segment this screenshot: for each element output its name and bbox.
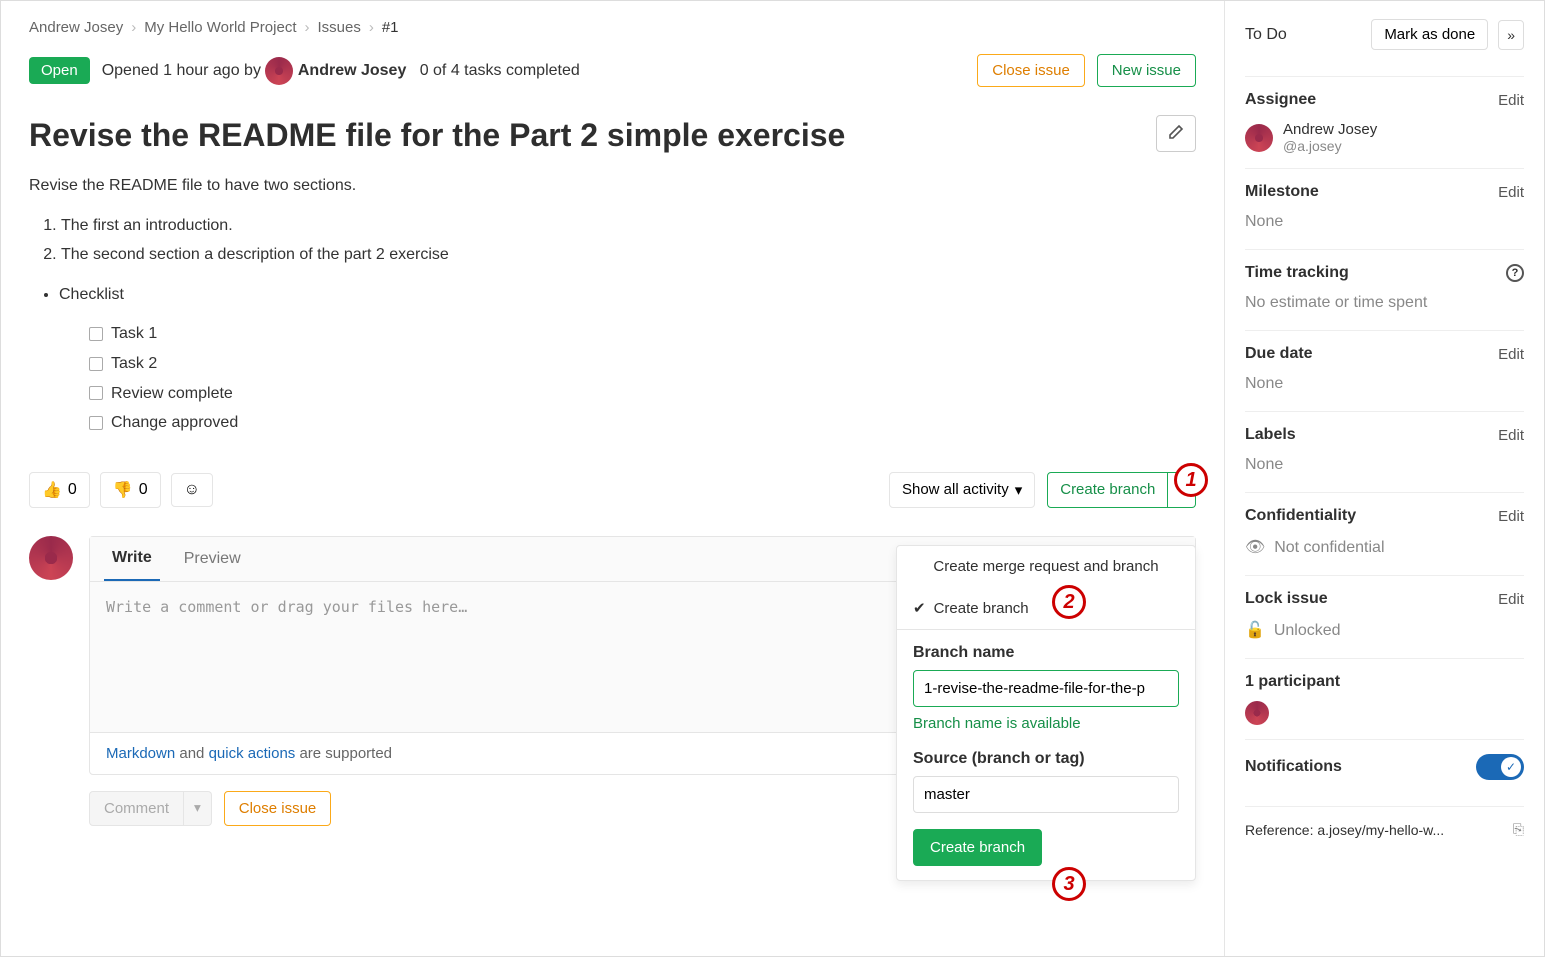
- dd-create-mr-option[interactable]: Create merge request and branch: [897, 546, 1195, 587]
- check-icon: ✔: [913, 599, 926, 617]
- list-item: The first an introduction.: [61, 213, 1196, 239]
- comment-button: Comment: [89, 791, 184, 826]
- lock-issue-label: Lock issue: [1245, 590, 1328, 608]
- labels-value: None: [1245, 456, 1524, 474]
- thumbs-up-button[interactable]: 👍 0: [29, 472, 90, 508]
- due-date-label: Due date: [1245, 345, 1313, 363]
- annotation-3: 3: [1052, 867, 1086, 901]
- chevron-down-icon: ▾: [1015, 481, 1023, 499]
- breadcrumb-owner[interactable]: Andrew Josey: [29, 19, 123, 36]
- markdown-link[interactable]: Markdown: [106, 745, 175, 762]
- current-user-avatar-icon: [29, 536, 73, 580]
- todo-label: To Do: [1245, 26, 1287, 44]
- checkbox-icon[interactable]: [89, 357, 103, 371]
- edit-title-button[interactable]: [1156, 115, 1196, 152]
- create-branch-submit-button[interactable]: Create branch: [913, 829, 1042, 866]
- branch-name-label: Branch name: [913, 644, 1179, 662]
- help-icon[interactable]: ?: [1506, 264, 1524, 282]
- checkbox-icon[interactable]: [89, 327, 103, 341]
- assignee-handle: @a.josey: [1283, 138, 1377, 154]
- create-branch-button[interactable]: Create branch: [1047, 472, 1168, 508]
- participants-label: 1 participant: [1245, 673, 1524, 691]
- checkbox-icon[interactable]: [89, 386, 103, 400]
- breadcrumb-section[interactable]: Issues: [317, 19, 360, 36]
- time-tracking-value: No estimate or time spent: [1245, 294, 1524, 312]
- labels-label: Labels: [1245, 426, 1296, 444]
- milestone-value: None: [1245, 213, 1524, 231]
- checklist-item: Task 2: [89, 351, 1196, 377]
- smiley-icon: ☺: [184, 481, 200, 499]
- notifications-label: Notifications: [1245, 758, 1342, 776]
- notifications-toggle[interactable]: [1476, 754, 1524, 780]
- breadcrumb-project[interactable]: My Hello World Project: [144, 19, 296, 36]
- lock-open-icon: 🔓: [1245, 622, 1265, 639]
- close-issue-button[interactable]: Close issue: [977, 54, 1085, 87]
- issue-title: Revise the README file for the Part 2 si…: [29, 115, 1144, 155]
- checklist-item: Change approved: [89, 410, 1196, 436]
- annotation-2: 2: [1052, 585, 1086, 619]
- lock-value: 🔓 Unlocked: [1245, 620, 1524, 640]
- breadcrumb-id: #1: [382, 19, 399, 36]
- opened-info: Opened 1 hour ago by Andrew Josey 0 of 4…: [102, 57, 580, 85]
- branch-available-text: Branch name is available: [913, 715, 1179, 732]
- branch-name-input[interactable]: [913, 670, 1179, 707]
- dd-create-branch-option[interactable]: ✔ Create branch: [897, 587, 1195, 629]
- milestone-label: Milestone: [1245, 183, 1319, 201]
- emoji-picker-button[interactable]: ☺: [171, 473, 213, 507]
- breadcrumb: Andrew Josey › My Hello World Project › …: [29, 19, 1196, 36]
- collapse-sidebar-button[interactable]: »: [1498, 20, 1524, 50]
- annotation-1: 1: [1174, 463, 1208, 497]
- author-avatar-icon: [265, 57, 293, 85]
- edit-due-date[interactable]: Edit: [1498, 346, 1524, 363]
- author-name[interactable]: Andrew Josey: [298, 62, 406, 79]
- new-issue-button[interactable]: New issue: [1097, 54, 1196, 87]
- tab-preview[interactable]: Preview: [176, 538, 249, 580]
- copy-icon[interactable]: ⎘: [1513, 821, 1524, 838]
- assignee-label: Assignee: [1245, 91, 1316, 109]
- pencil-icon: [1168, 124, 1184, 140]
- time-tracking-label: Time tracking: [1245, 264, 1349, 282]
- checkbox-icon[interactable]: [89, 416, 103, 430]
- source-input[interactable]: [913, 776, 1179, 813]
- close-issue-button-bottom[interactable]: Close issue: [224, 791, 332, 826]
- source-label: Source (branch or tag): [913, 750, 1179, 768]
- reference-text: Reference: a.josey/my-hello-w...: [1245, 822, 1444, 838]
- edit-assignee[interactable]: Edit: [1498, 92, 1524, 109]
- assignee-name: Andrew Josey: [1283, 121, 1377, 138]
- edit-lock[interactable]: Edit: [1498, 591, 1524, 608]
- mark-done-button[interactable]: Mark as done: [1371, 19, 1488, 50]
- list-item: The second section a description of the …: [61, 242, 1196, 268]
- checklist-item: Review complete: [89, 381, 1196, 407]
- thumbs-down-button[interactable]: 👎 0: [100, 472, 161, 508]
- confidentiality-label: Confidentiality: [1245, 507, 1356, 525]
- status-badge: Open: [29, 57, 90, 84]
- assignee-avatar-icon: [1245, 124, 1273, 152]
- edit-labels[interactable]: Edit: [1498, 427, 1524, 444]
- edit-confidentiality[interactable]: Edit: [1498, 508, 1524, 525]
- issue-description: Revise the README file to have two secti…: [29, 173, 1196, 436]
- confidentiality-value: 👁 Not confidential: [1245, 537, 1524, 557]
- checklist-item: Task 1: [89, 321, 1196, 347]
- create-branch-dropdown: Create merge request and branch ✔ Create…: [896, 545, 1196, 881]
- eye-icon: 👁: [1245, 539, 1265, 556]
- quick-actions-link[interactable]: quick actions: [209, 745, 296, 762]
- tab-write[interactable]: Write: [104, 537, 160, 581]
- comment-dropdown-toggle: ▾: [184, 791, 212, 826]
- due-date-value: None: [1245, 375, 1524, 393]
- participant-avatar-icon[interactable]: [1245, 701, 1269, 725]
- activity-filter-button[interactable]: Show all activity ▾: [889, 472, 1035, 508]
- edit-milestone[interactable]: Edit: [1498, 184, 1524, 201]
